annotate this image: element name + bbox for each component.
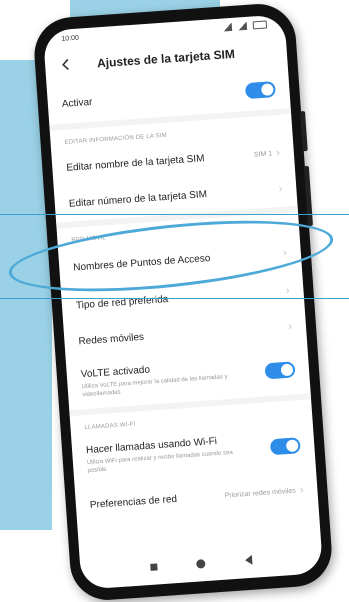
power-button — [303, 165, 313, 227]
toggle-knob — [285, 439, 299, 453]
guide-line-top — [0, 214, 349, 215]
network-prefs-label: Preferencias de red — [89, 493, 178, 511]
back-arrow-icon[interactable] — [59, 57, 74, 72]
edit-number-label: Editar número de la tarjeta SIM — [68, 188, 208, 210]
chevron-right-icon: › — [299, 484, 304, 497]
signal-icon — [222, 22, 233, 32]
chevron-right-icon: › — [278, 182, 283, 196]
network-prefs-value-group: Priorizar redes móviles › — [224, 484, 304, 501]
network-type-label: Tipo de red preferida — [75, 293, 169, 311]
edit-name-value: SIM 1 — [253, 149, 273, 159]
home-icon[interactable] — [196, 558, 207, 569]
back-nav-icon[interactable] — [244, 554, 253, 566]
toggle-knob — [280, 363, 294, 377]
guide-line-bottom — [0, 298, 349, 299]
mobile-networks-label: Redes móviles — [78, 331, 145, 347]
recent-apps-icon[interactable] — [149, 562, 158, 571]
signal-icon-2 — [237, 21, 248, 31]
wifi-calls-toggle[interactable] — [269, 437, 301, 456]
edit-name-value-group: SIM 1 › — [254, 147, 281, 161]
phone-screen: 10:00 Ajustes de la tarjeta SIM Activar … — [42, 14, 324, 590]
navigation-bar — [80, 543, 323, 584]
edit-name-label: Editar nombre de la tarjeta SIM — [65, 152, 205, 174]
page-title: Ajustes de la tarjeta SIM — [96, 46, 236, 71]
network-prefs-value: Priorizar redes móviles — [224, 487, 297, 500]
activate-label: Activar — [61, 96, 93, 110]
status-icons — [222, 20, 268, 32]
chevron-right-icon: › — [285, 284, 290, 297]
chevron-right-icon: › — [275, 146, 281, 160]
status-time: 10:00 — [61, 34, 80, 43]
phone-frame: 10:00 Ajustes de la tarjeta SIM Activar … — [31, 1, 335, 602]
volte-toggle[interactable] — [264, 361, 296, 380]
volte-text: VoLTE activado Utiliza VoLTE para mejora… — [80, 359, 232, 399]
wifi-calls-text: Hacer llamadas usando Wi-Fi Utiliza WiFi… — [86, 435, 238, 475]
toggle-knob — [260, 83, 274, 96]
activate-toggle[interactable] — [244, 81, 276, 100]
battery-icon — [252, 20, 268, 30]
volume-button — [299, 111, 308, 152]
chevron-right-icon: › — [287, 320, 293, 333]
